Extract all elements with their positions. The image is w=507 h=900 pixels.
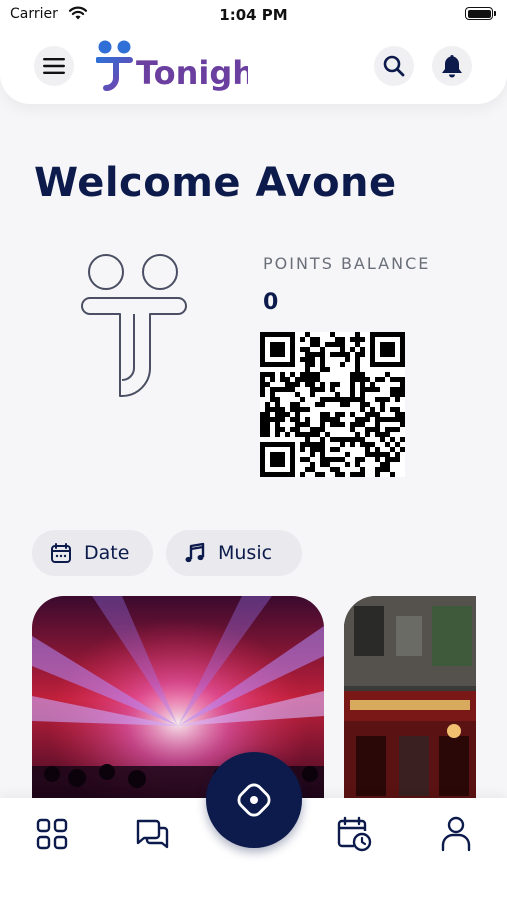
notifications-button[interactable] xyxy=(432,46,472,86)
compass-icon xyxy=(237,783,271,817)
calendar-icon xyxy=(51,543,71,563)
status-bar: Carrier 1:04 PM xyxy=(0,0,507,30)
user-icon xyxy=(441,816,471,852)
date-filter-label: Date xyxy=(84,542,130,564)
hamburger-menu-icon xyxy=(43,58,65,74)
music-filter-label: Music xyxy=(218,542,273,564)
menu-button[interactable] xyxy=(34,46,74,86)
points-balance-label: POINTS BALANCE xyxy=(263,254,431,273)
nav-chat-button[interactable] xyxy=(134,816,170,852)
chat-bubbles-icon xyxy=(136,819,169,849)
tonight-mascot-icon xyxy=(78,250,190,406)
app-header: Tonight xyxy=(0,28,507,104)
grid-icon xyxy=(36,818,68,850)
qr-code[interactable] xyxy=(260,332,405,477)
event-card-bar[interactable] xyxy=(344,596,476,826)
nav-home-button[interactable] xyxy=(34,816,70,852)
status-time: 1:04 PM xyxy=(219,6,288,24)
explore-fab-button[interactable] xyxy=(206,752,302,848)
welcome-title: Welcome Avone xyxy=(34,160,397,206)
search-icon xyxy=(383,55,405,77)
points-balance-value: 0 xyxy=(263,290,279,315)
music-note-icon xyxy=(185,542,205,563)
calendar-clock-icon xyxy=(337,816,372,852)
date-filter-chip[interactable]: Date xyxy=(32,530,153,576)
event-image xyxy=(344,596,476,826)
search-button[interactable] xyxy=(374,46,414,86)
music-filter-chip[interactable]: Music xyxy=(166,530,302,576)
svg-text:Tonight: Tonight xyxy=(136,54,248,92)
battery-icon xyxy=(465,7,496,20)
bell-icon xyxy=(442,55,462,78)
app-logo: Tonight xyxy=(95,38,270,100)
nav-bookings-button[interactable] xyxy=(336,816,372,852)
nav-profile-button[interactable] xyxy=(438,816,474,852)
